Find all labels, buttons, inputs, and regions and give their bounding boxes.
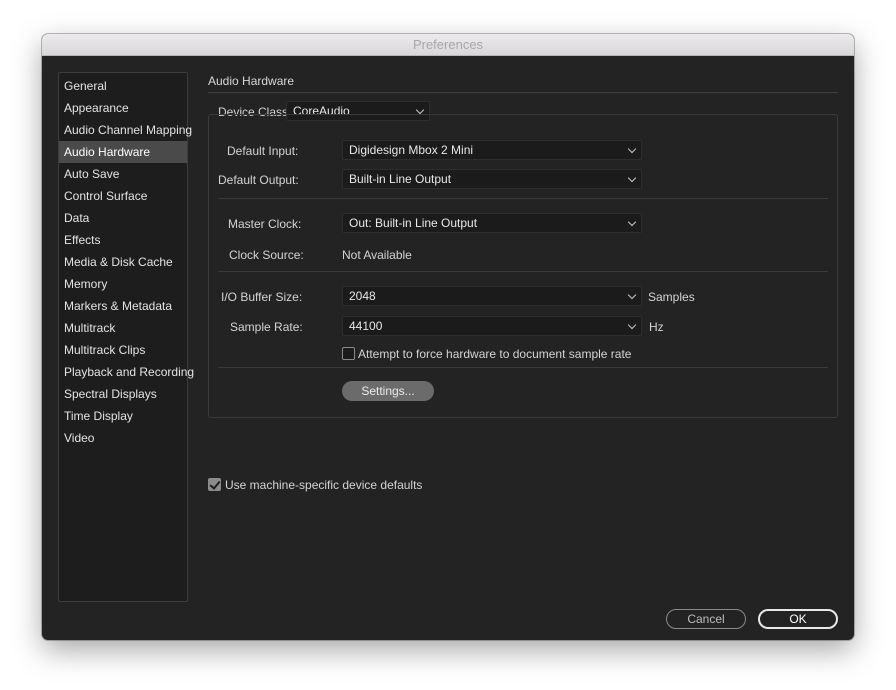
sidebar-item-media-disk-cache[interactable]: Media & Disk Cache xyxy=(59,251,187,273)
sidebar-item-spectral-displays[interactable]: Spectral Displays xyxy=(59,383,187,405)
audio-hardware-panel: Audio Hardware Device Class: CoreAudio D… xyxy=(208,72,838,592)
default-input-value: Digidesign Mbox 2 Mini xyxy=(349,143,474,157)
io-buffer-size-label: I/O Buffer Size: xyxy=(221,290,303,304)
chevron-down-icon xyxy=(629,219,635,225)
section-title: Audio Hardware xyxy=(208,74,295,88)
chevron-down-icon xyxy=(417,107,423,113)
force-sample-rate-label: Attempt to force hardware to document sa… xyxy=(358,347,632,361)
preferences-sidebar: General Appearance Audio Channel Mapping Au… xyxy=(58,72,194,602)
default-input-dropdown[interactable]: Digidesign Mbox 2 Mini xyxy=(342,140,642,160)
sidebar-item-appearance[interactable]: Appearance xyxy=(59,97,187,119)
sidebar-item-memory[interactable]: Memory xyxy=(59,273,187,295)
master-clock-value: Out: Built-in Line Output xyxy=(349,216,478,230)
default-output-label: Default Output: xyxy=(218,173,299,187)
io-buffer-size-dropdown[interactable]: 2048 xyxy=(342,286,642,306)
sidebar-item-multitrack[interactable]: Multitrack xyxy=(59,317,187,339)
sidebar-item-effects[interactable]: Effects xyxy=(59,229,187,251)
sidebar-item-markers-metadata[interactable]: Markers & Metadata xyxy=(59,295,187,317)
chevron-down-icon xyxy=(629,322,635,328)
default-output-dropdown[interactable]: Built-in Line Output xyxy=(342,169,642,189)
settings-button[interactable]: Settings... xyxy=(342,381,434,401)
sample-rate-dropdown[interactable]: 44100 xyxy=(342,316,642,336)
sidebar-item-audio-channel-mapping[interactable]: Audio Channel Mapping xyxy=(59,119,192,141)
machine-defaults-label: Use machine-specific device defaults xyxy=(225,478,423,492)
sidebar-item-video[interactable]: Video xyxy=(59,427,187,449)
section-divider xyxy=(208,92,838,93)
clock-source-label: Clock Source: xyxy=(229,248,304,262)
force-sample-rate-checkbox[interactable] xyxy=(342,347,355,360)
sidebar-item-general[interactable]: General xyxy=(59,75,187,97)
sample-rate-unit: Hz xyxy=(649,320,664,334)
io-buffer-size-value: 2048 xyxy=(349,289,376,303)
sidebar-item-audio-hardware[interactable]: Audio Hardware xyxy=(59,141,187,163)
divider xyxy=(218,198,828,199)
sample-rate-label: Sample Rate: xyxy=(230,320,303,334)
sidebar-item-playback-and-recording[interactable]: Playback and Recording xyxy=(59,361,194,383)
ok-button[interactable]: OK xyxy=(758,609,838,629)
chevron-down-icon xyxy=(629,175,635,181)
default-output-value: Built-in Line Output xyxy=(349,172,452,186)
cancel-button[interactable]: Cancel xyxy=(666,609,746,629)
sidebar-item-data[interactable]: Data xyxy=(59,207,187,229)
sample-rate-value: 44100 xyxy=(349,319,383,333)
clock-source-value: Not Available xyxy=(342,248,412,262)
master-clock-label: Master Clock: xyxy=(228,217,302,231)
chevron-down-icon xyxy=(629,146,635,152)
io-buffer-size-unit: Samples xyxy=(648,290,695,304)
machine-defaults-checkbox[interactable] xyxy=(208,478,221,491)
window-title: Preferences xyxy=(42,34,854,56)
sidebar-item-control-surface[interactable]: Control Surface xyxy=(59,185,187,207)
chevron-down-icon xyxy=(629,292,635,298)
master-clock-dropdown[interactable]: Out: Built-in Line Output xyxy=(342,213,642,233)
divider xyxy=(218,367,828,368)
preferences-window: Preferences General Appearance Audio Chann… xyxy=(42,34,854,640)
sidebar-item-time-display[interactable]: Time Display xyxy=(59,405,187,427)
default-input-label: Default Input: xyxy=(227,144,299,158)
sidebar-item-auto-save[interactable]: Auto Save xyxy=(59,163,187,185)
sidebar-item-multitrack-clips[interactable]: Multitrack Clips xyxy=(59,339,187,361)
divider xyxy=(218,271,828,272)
